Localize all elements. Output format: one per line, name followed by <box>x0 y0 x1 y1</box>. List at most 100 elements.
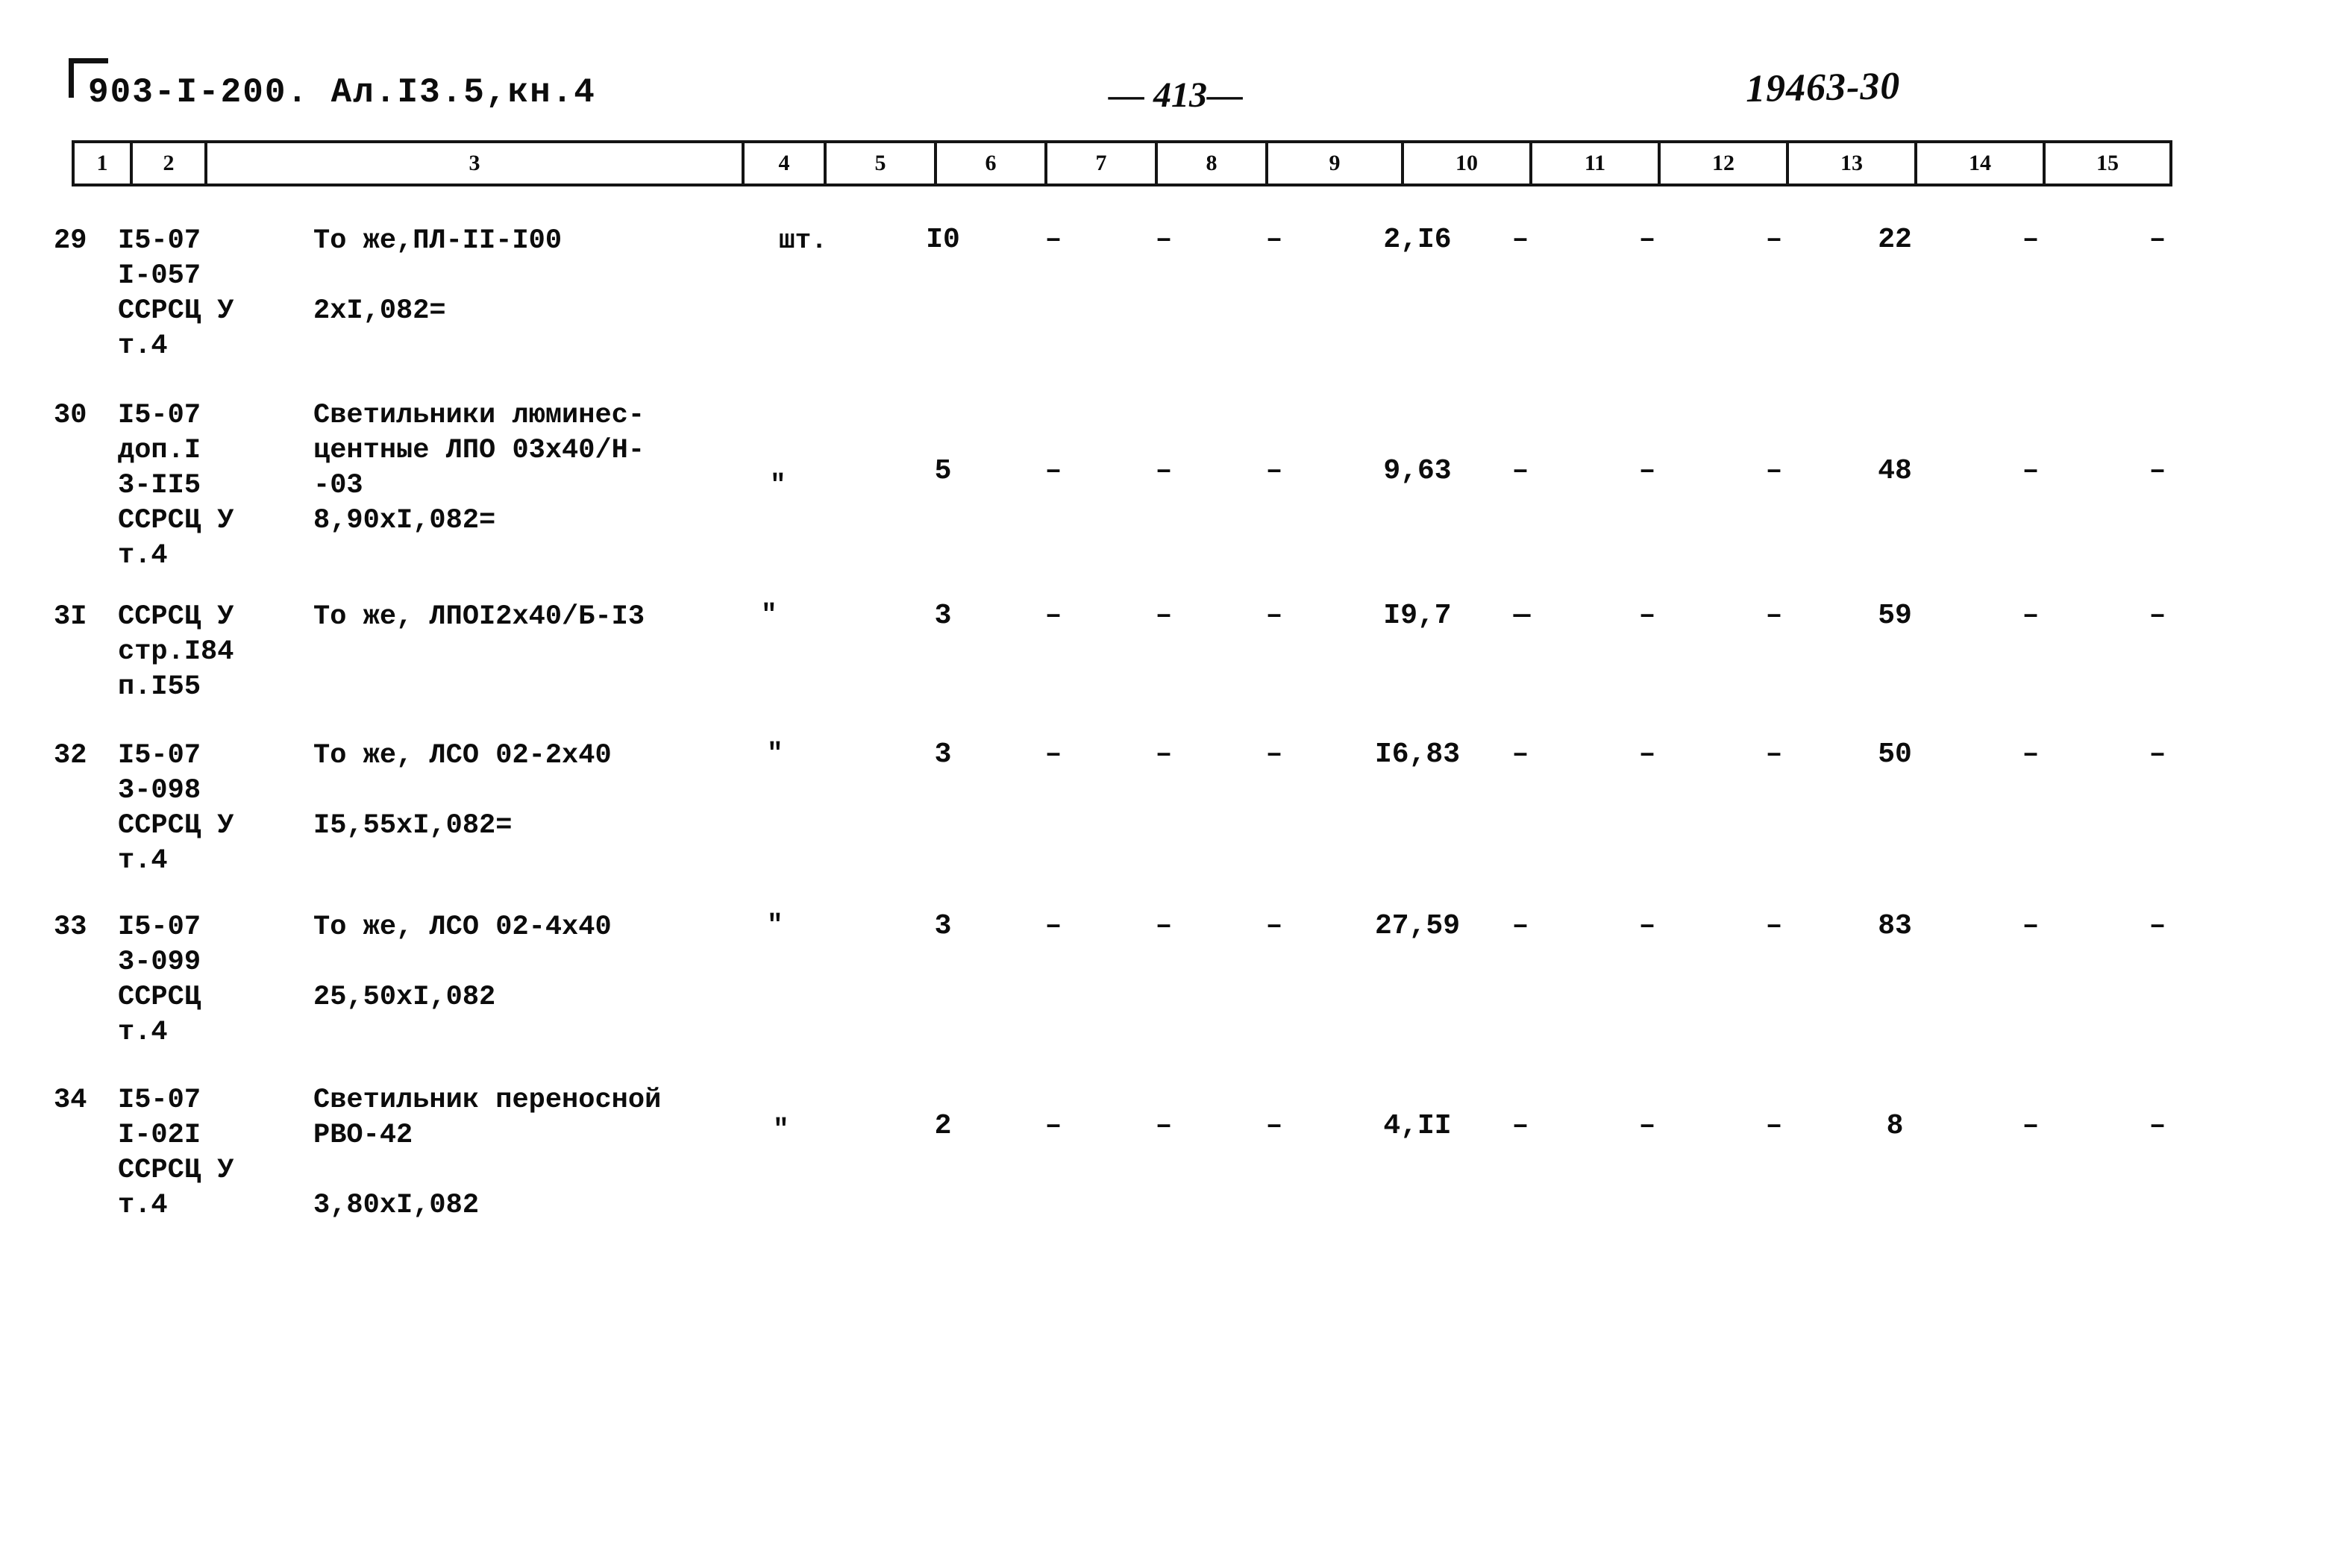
row-col8: – <box>1265 1110 1283 1142</box>
row-col7: – <box>1155 738 1173 771</box>
row-col6: – <box>1044 455 1062 487</box>
row-col12: – <box>1765 910 1783 942</box>
row-col5: 3 <box>934 910 952 942</box>
row-col8: – <box>1265 738 1283 771</box>
row-col7: – <box>1155 910 1173 942</box>
column-number-13: 13 <box>1789 143 1917 184</box>
row-calculation: 8,90xI,082= <box>313 505 496 536</box>
row-col6: – <box>1044 224 1062 256</box>
row-col10: – <box>1511 224 1529 256</box>
row-number: 34 <box>54 1085 87 1116</box>
row-col13: 50 <box>1878 738 1912 771</box>
row-col11: – <box>1638 224 1656 256</box>
row-col8: – <box>1265 455 1283 487</box>
row-col11: – <box>1638 455 1656 487</box>
row-col8: – <box>1265 910 1283 942</box>
row-col14: – <box>2022 1110 2040 1142</box>
row-col14: – <box>2022 224 2040 256</box>
row-col10: – <box>1511 910 1529 942</box>
row-description: То же, ЛСО 02-2х40 <box>313 740 612 771</box>
row-col6: – <box>1044 600 1062 632</box>
row-col9: 4,II <box>1383 1110 1452 1142</box>
row-description: Светильники люминес- центные ЛПО 03х40/Н… <box>313 400 645 501</box>
row-description: Светильник переносной РВО-42 <box>313 1085 662 1151</box>
row-col6: – <box>1044 910 1062 942</box>
row-col7: – <box>1155 1110 1173 1142</box>
row-code-block: I5-07 I-02I ССРСЦ У т.4 <box>118 1085 234 1221</box>
row-col14: – <box>2022 910 2040 942</box>
row-col10: — <box>1513 600 1531 632</box>
row-col12: – <box>1765 1110 1783 1142</box>
row-code-block: I5-07 3-099 ССРСЦ т.4 <box>118 912 201 1048</box>
column-number-11: 11 <box>1532 143 1661 184</box>
column-number-6: 6 <box>937 143 1047 184</box>
row-number: 3I <box>54 601 87 633</box>
row-col14: – <box>2022 455 2040 487</box>
row-col9: I9,7 <box>1383 600 1452 632</box>
column-number-4: 4 <box>745 143 827 184</box>
row-col15: – <box>2149 1110 2166 1142</box>
row-unit: " <box>770 470 786 501</box>
column-number-12: 12 <box>1661 143 1789 184</box>
row-col9: 2,I6 <box>1383 224 1452 256</box>
row-col12: – <box>1765 224 1783 256</box>
row-description: То же, ЛСО 02-4х40 <box>313 912 612 943</box>
column-number-5: 5 <box>827 143 937 184</box>
row-code-block: ССРСЦ У стр.I84 п.I55 <box>118 601 234 703</box>
row-col14: – <box>2022 738 2040 771</box>
row-col15: – <box>2149 738 2166 771</box>
row-col7: – <box>1155 600 1173 632</box>
row-col9: I6,83 <box>1374 738 1461 771</box>
row-col11: – <box>1638 600 1656 632</box>
row-calculation: 2xI,082= <box>313 295 446 327</box>
row-calculation: I5,55xI,082= <box>313 810 513 841</box>
row-col12: – <box>1765 455 1783 487</box>
row-unit: шт. <box>779 225 827 256</box>
row-col9: 9,63 <box>1383 455 1452 487</box>
row-col13: 59 <box>1878 600 1912 632</box>
row-col12: – <box>1765 600 1783 632</box>
document-page: 903-I-200. Ал.I3.5,кн.4 — 413— 19463-30 … <box>0 0 2344 1568</box>
column-number-7: 7 <box>1047 143 1158 184</box>
row-col15: – <box>2149 455 2166 487</box>
row-col9: 27,59 <box>1374 910 1461 942</box>
row-calculation: 3,80xI,082 <box>313 1190 480 1221</box>
row-number: 33 <box>54 912 87 943</box>
row-col13: 8 <box>1886 1110 1904 1142</box>
column-number-8: 8 <box>1158 143 1268 184</box>
row-col5: 5 <box>934 455 952 487</box>
row-col5: I0 <box>926 224 960 256</box>
row-col14: – <box>2022 600 2040 632</box>
row-col10: – <box>1511 455 1529 487</box>
row-unit: " <box>767 738 783 769</box>
row-calculation: 25,50xI,082 <box>313 982 496 1013</box>
row-unit: " <box>773 1114 789 1145</box>
row-col8: – <box>1265 600 1283 632</box>
row-code-block: I5-07 I-057 ССРСЦ У т.4 <box>118 225 234 362</box>
row-col5: 3 <box>934 738 952 771</box>
row-col13: 83 <box>1878 910 1912 942</box>
row-col5: 3 <box>934 600 952 632</box>
row-col15: – <box>2149 224 2166 256</box>
column-number-band: 1 2 3 4 5 6 7 8 9 10 11 12 13 14 15 <box>72 140 2172 186</box>
row-number: 32 <box>54 740 87 771</box>
row-number: 30 <box>54 400 87 431</box>
column-number-9: 9 <box>1268 143 1404 184</box>
column-number-15: 15 <box>2096 151 2119 175</box>
row-col5: 2 <box>934 1110 952 1142</box>
row-col6: – <box>1044 1110 1062 1142</box>
column-number-2: 2 <box>133 143 207 184</box>
column-number-14: 14 <box>1917 143 2046 184</box>
row-description: То же, ЛПОI2х40/Б-I3 <box>313 601 645 633</box>
row-code-block: I5-07 доп.I 3-II5 ССРСЦ У т.4 <box>118 400 234 571</box>
document-code: 903-I-200. Ал.I3.5,кн.4 <box>88 73 596 112</box>
row-code-block: I5-07 3-098 ССРСЦ У т.4 <box>118 740 234 876</box>
row-col10: – <box>1511 1110 1529 1142</box>
row-col7: – <box>1155 455 1173 487</box>
row-col6: – <box>1044 738 1062 771</box>
row-col13: 48 <box>1878 455 1912 487</box>
page-number: — 413— <box>1109 75 1243 115</box>
row-col11: – <box>1638 1110 1656 1142</box>
row-col15: – <box>2149 910 2166 942</box>
row-col10: – <box>1511 738 1529 771</box>
